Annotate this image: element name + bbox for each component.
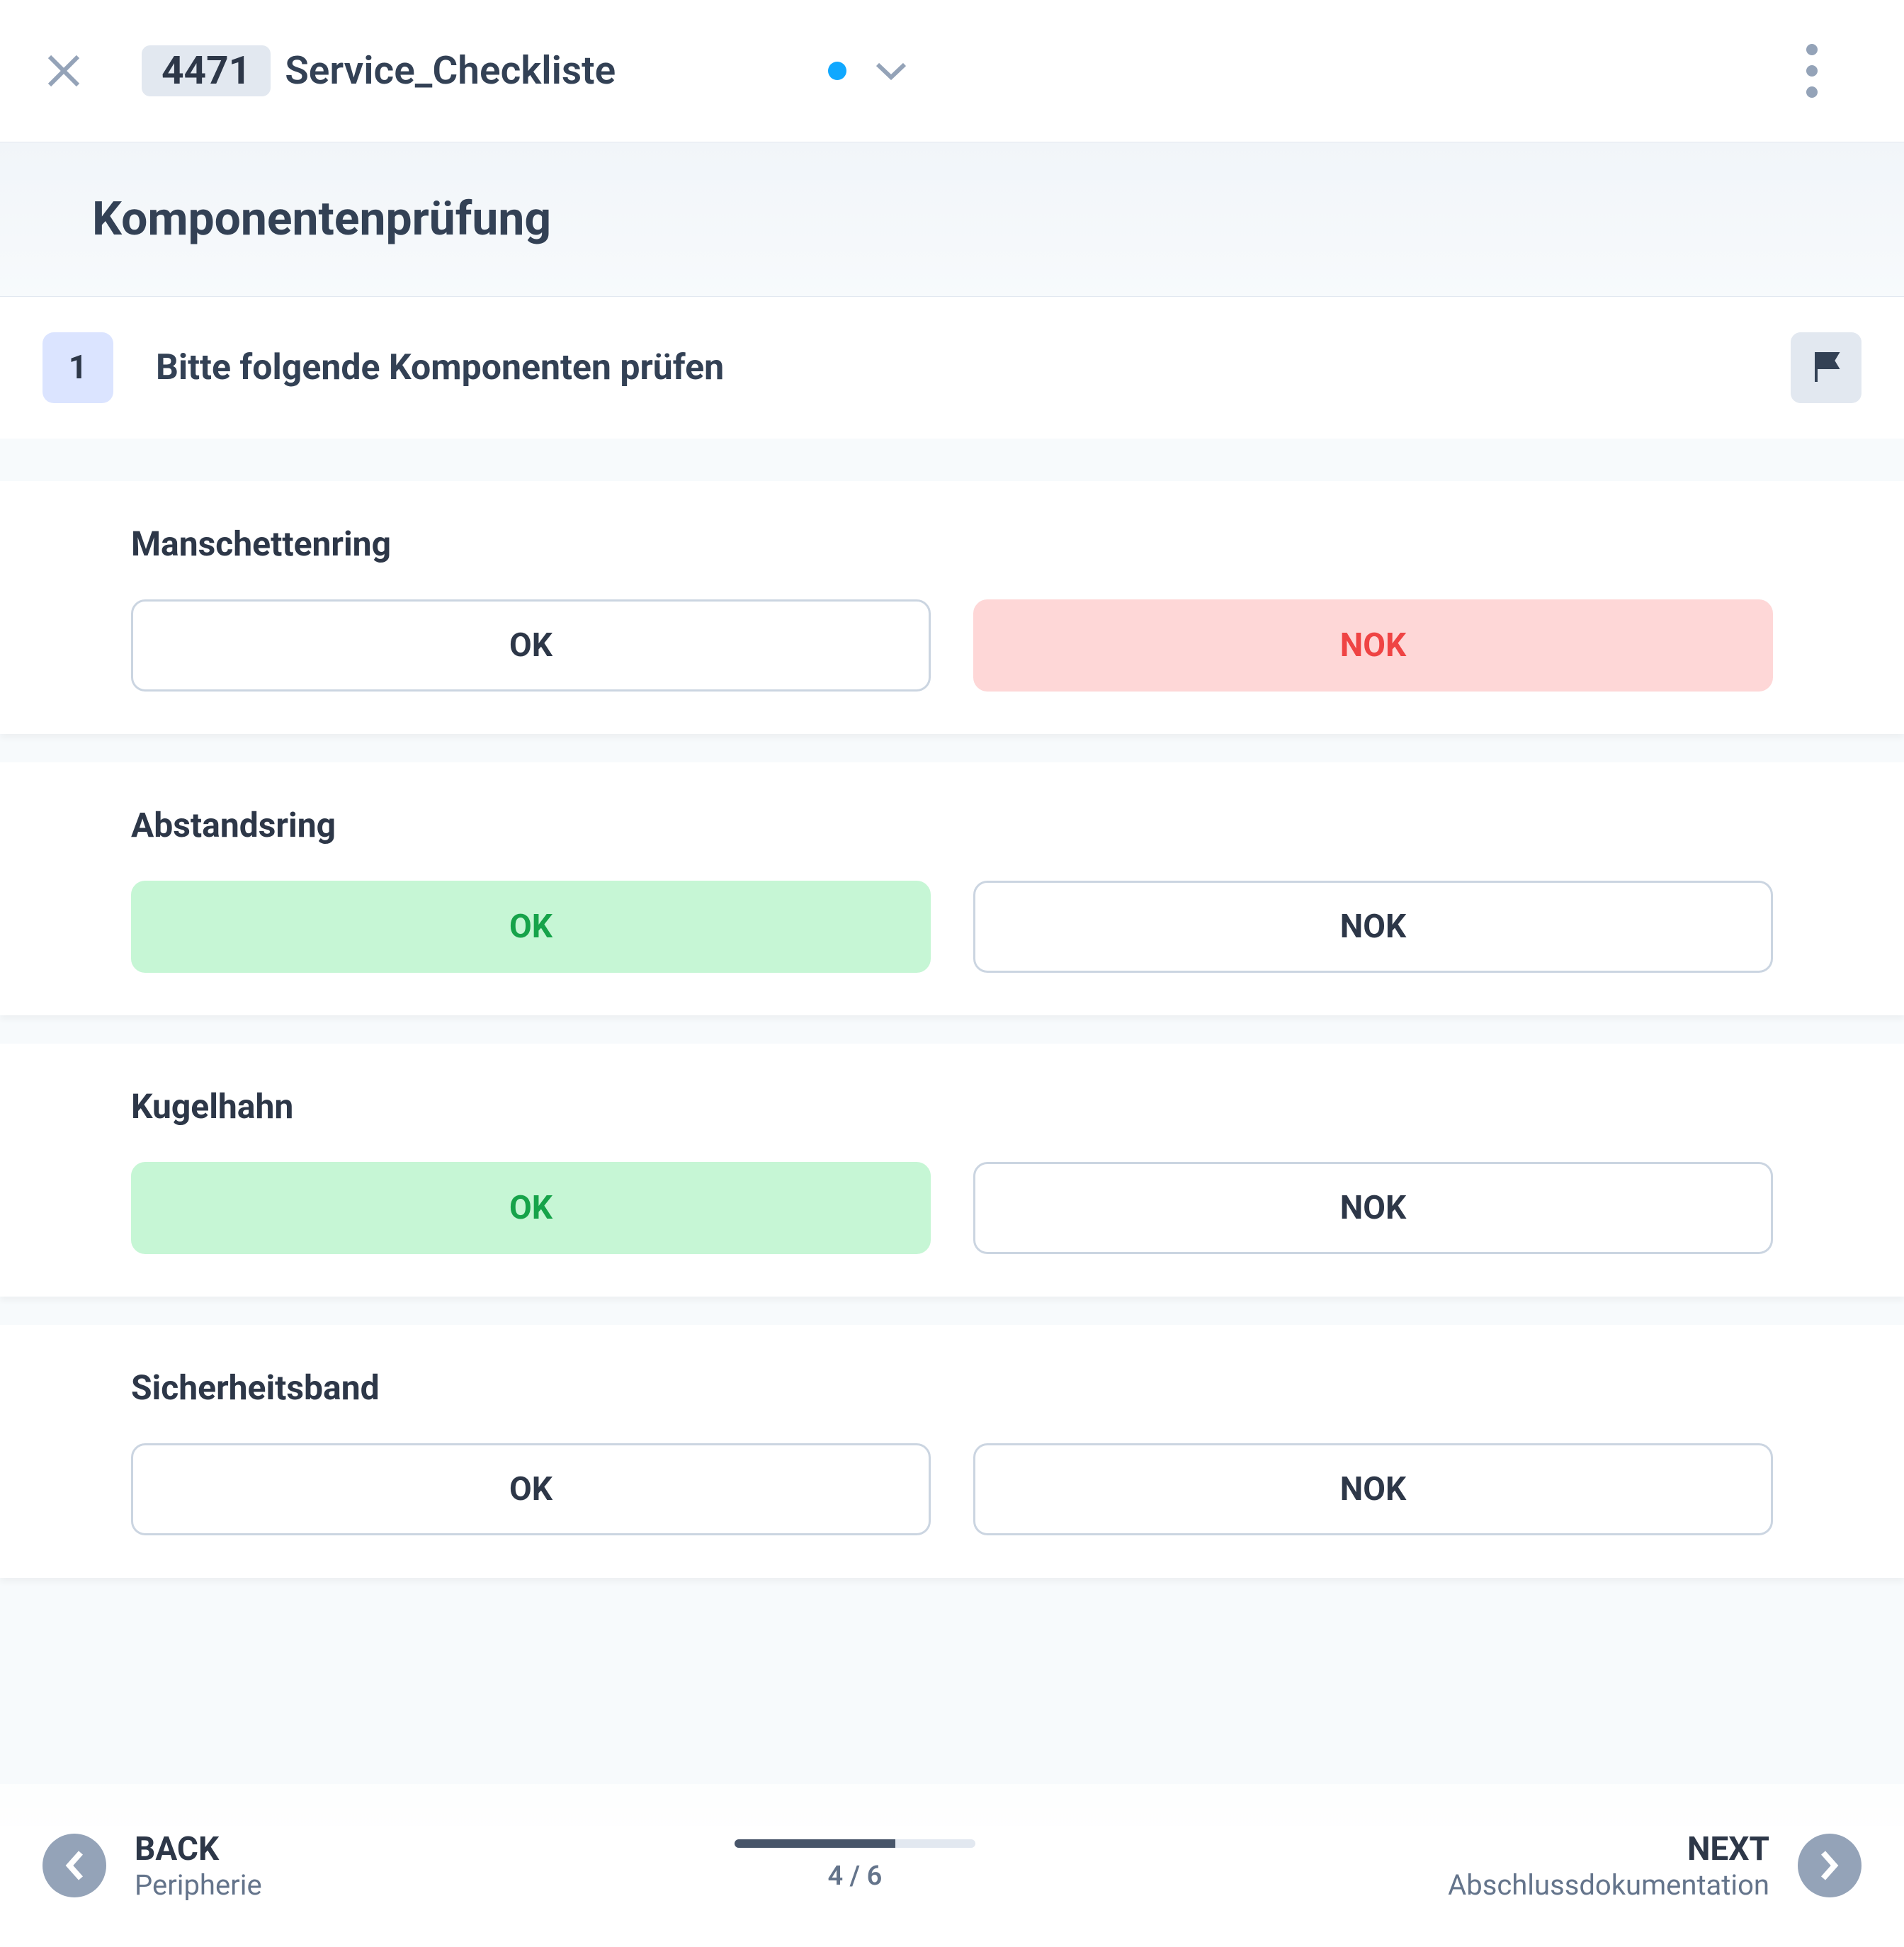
items-list: Manschettenring OK NOK Abstandsring OK N…	[0, 439, 1904, 1826]
step-row: 1 Bitte folgende Komponenten prüfen	[0, 297, 1904, 439]
section-header: Komponentenprüfung	[0, 142, 1904, 297]
check-item-label: Sicherheitsband	[131, 1367, 1773, 1408]
id-badge: 4471	[142, 45, 271, 96]
dropdown-toggle[interactable]	[875, 60, 907, 81]
progress-label: 4 / 6	[828, 1861, 883, 1892]
back-label-block[interactable]: BACK Peripherie	[135, 1830, 262, 1902]
next-subtitle: Abschlussdokumentation	[1448, 1868, 1769, 1902]
check-item-buttons: OK NOK	[131, 881, 1773, 973]
nok-button[interactable]: NOK	[973, 599, 1773, 692]
section-title: Komponentenprüfung	[92, 192, 1812, 247]
next-label: NEXT	[1448, 1830, 1769, 1868]
check-item-label: Kugelhahn	[131, 1086, 1773, 1127]
check-item-label: Manschettenring	[131, 524, 1773, 564]
step-number-badge: 1	[42, 332, 113, 403]
dot-icon	[1806, 86, 1818, 98]
check-item-buttons: OK NOK	[131, 1162, 1773, 1254]
dot-icon	[1806, 44, 1818, 55]
next-button[interactable]	[1798, 1834, 1862, 1897]
check-item: Abstandsring OK NOK	[0, 762, 1904, 1015]
step-instruction: Bitte folgende Komponenten prüfen	[156, 347, 724, 388]
back-button[interactable]	[42, 1834, 106, 1897]
progress-fill	[735, 1839, 895, 1848]
flag-icon	[1809, 351, 1843, 385]
dot-icon	[1806, 65, 1818, 77]
ok-button[interactable]: OK	[131, 1162, 931, 1254]
nok-button[interactable]: NOK	[973, 1162, 1773, 1254]
ok-button[interactable]: OK	[131, 881, 931, 973]
ok-button[interactable]: OK	[131, 1443, 931, 1535]
next-label-block[interactable]: NEXT Abschlussdokumentation	[1448, 1830, 1769, 1902]
chevron-down-icon	[875, 60, 907, 81]
more-menu-button[interactable]	[1791, 44, 1833, 98]
bottom-nav: BACK Peripherie 4 / 6 NEXT Abschlussdoku…	[0, 1784, 1904, 1947]
chevron-left-icon	[62, 1849, 86, 1883]
check-item-buttons: OK NOK	[131, 1443, 1773, 1535]
page-title: Service_Checkliste	[285, 48, 616, 94]
nok-button[interactable]: NOK	[973, 1443, 1773, 1535]
check-item-label: Abstandsring	[131, 805, 1773, 845]
check-item-buttons: OK NOK	[131, 599, 1773, 692]
ok-button[interactable]: OK	[131, 599, 931, 692]
check-item: Sicherheitsband OK NOK	[0, 1325, 1904, 1578]
check-item: Kugelhahn OK NOK	[0, 1044, 1904, 1297]
flag-button[interactable]	[1791, 332, 1862, 403]
back-subtitle: Peripherie	[135, 1868, 262, 1902]
status-dot-icon	[828, 62, 846, 80]
progress-bar	[735, 1839, 975, 1848]
close-button[interactable]	[42, 50, 85, 92]
check-item: Manschettenring OK NOK	[0, 481, 1904, 734]
back-label: BACK	[135, 1830, 262, 1868]
chevron-right-icon	[1818, 1849, 1842, 1883]
top-bar: 4471 Service_Checkliste	[0, 0, 1904, 142]
page-progress: 4 / 6	[735, 1839, 975, 1892]
close-icon	[46, 53, 81, 89]
nok-button[interactable]: NOK	[973, 881, 1773, 973]
